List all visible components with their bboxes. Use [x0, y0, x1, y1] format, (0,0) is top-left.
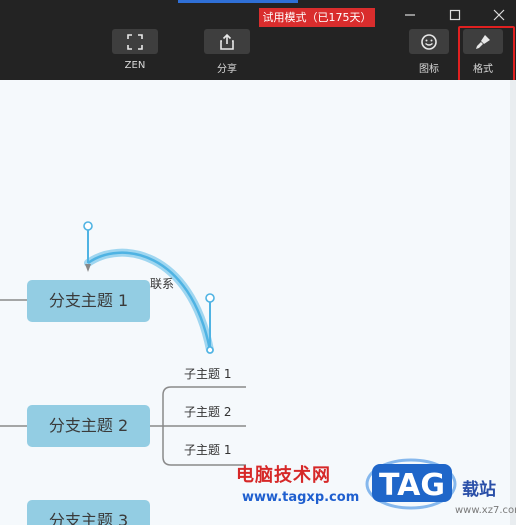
branch-topic-2[interactable]: 分支主题 2: [27, 405, 150, 447]
control-handle-2[interactable]: [205, 293, 215, 303]
relation-end-point[interactable]: [206, 346, 214, 354]
watermark-url: www.tagxp.com: [242, 490, 360, 505]
subtopic-1b[interactable]: 子主题 1: [184, 441, 231, 458]
relation-start-arrow: [85, 264, 91, 272]
watermark-site-name: 电脑技术网: [236, 465, 331, 486]
tag-logo-text: TAG: [379, 468, 445, 503]
watermark-tag-suffix: 载站: [462, 480, 496, 500]
relationship-label[interactable]: 联系: [150, 275, 174, 292]
tag-logo-icon: TAG: [365, 458, 457, 510]
branch-topic-3[interactable]: 分支主题 3: [27, 500, 150, 525]
watermark-secondary-url: www.xz7.com: [455, 505, 516, 516]
subtopic-1a[interactable]: 子主题 1: [184, 365, 231, 382]
branch-topic-1[interactable]: 分支主题 1: [27, 280, 150, 322]
subtopic-2[interactable]: 子主题 2: [184, 403, 231, 420]
control-handle-1[interactable]: [83, 221, 93, 231]
